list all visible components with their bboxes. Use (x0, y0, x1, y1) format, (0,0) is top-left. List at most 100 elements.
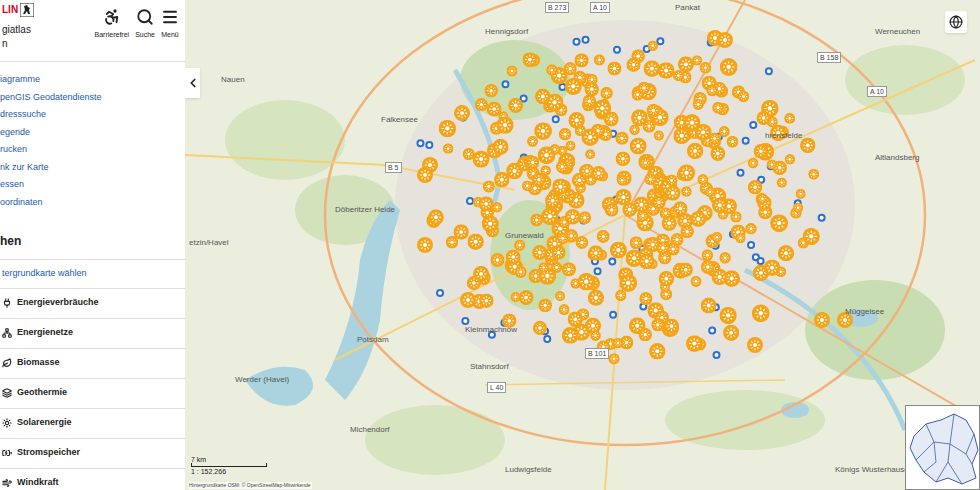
solar-marker-icon[interactable] (594, 54, 605, 65)
theme-item[interactable]: Windkraft (0, 469, 185, 490)
solar-marker-icon[interactable] (785, 154, 796, 165)
solar-marker-icon[interactable] (526, 156, 539, 169)
solar-marker-icon[interactable] (613, 338, 624, 349)
solar-marker-icon[interactable] (630, 138, 647, 155)
station-marker-icon[interactable] (521, 95, 527, 101)
solar-marker-icon[interactable] (588, 290, 604, 306)
solar-marker-icon[interactable] (508, 98, 523, 113)
solar-marker-icon[interactable] (506, 65, 517, 76)
solar-marker-icon[interactable] (710, 146, 725, 161)
solar-marker-icon[interactable] (615, 189, 631, 205)
solar-marker-icon[interactable] (678, 164, 695, 181)
solar-marker-icon[interactable] (648, 41, 658, 51)
theme-item[interactable]: Solarenergie (0, 409, 185, 439)
sidebar-link[interactable]: penGIS Geodatendienste (0, 89, 185, 107)
station-marker-icon[interactable] (559, 84, 565, 90)
solar-marker-icon[interactable] (754, 144, 768, 158)
theme-item[interactable]: Energienetze (0, 319, 185, 349)
solar-marker-icon[interactable] (680, 225, 694, 239)
solar-marker-icon[interactable] (705, 187, 715, 197)
solar-marker-icon[interactable] (496, 116, 513, 133)
header-tool-button[interactable]: Menü (161, 8, 179, 61)
solar-marker-icon[interactable] (484, 84, 498, 98)
solar-marker-icon[interactable] (720, 58, 738, 76)
solar-marker-icon[interactable] (522, 181, 533, 192)
solar-marker-icon[interactable] (679, 263, 693, 277)
solar-marker-icon[interactable] (530, 214, 543, 227)
solar-marker-icon[interactable] (712, 102, 724, 114)
solar-marker-icon[interactable] (717, 32, 733, 48)
solar-marker-icon[interactable] (565, 209, 581, 225)
solar-marker-icon[interactable] (656, 241, 669, 254)
solar-marker-icon[interactable] (538, 146, 556, 164)
collapse-sidebar-button[interactable] (185, 68, 200, 98)
solar-marker-icon[interactable] (515, 266, 527, 278)
solar-marker-icon[interactable] (796, 189, 806, 199)
solar-marker-icon[interactable] (574, 53, 588, 67)
solar-marker-icon[interactable] (577, 273, 595, 291)
solar-marker-icon[interactable] (619, 274, 637, 292)
theme-item[interactable]: Stromspeicher (0, 439, 185, 469)
solar-marker-icon[interactable] (681, 186, 692, 197)
solar-marker-icon[interactable] (666, 174, 678, 186)
solar-marker-icon[interactable] (610, 242, 627, 259)
solar-marker-icon[interactable] (527, 136, 538, 147)
sidebar-link[interactable]: nk zur Karte (0, 159, 185, 177)
solar-marker-icon[interactable] (673, 127, 690, 144)
solar-marker-icon[interactable] (661, 319, 679, 337)
station-marker-icon[interactable] (417, 140, 423, 146)
solar-marker-icon[interactable] (701, 249, 713, 261)
solar-marker-icon[interactable] (483, 180, 495, 192)
station-marker-icon[interactable] (766, 68, 772, 74)
solar-marker-icon[interactable] (711, 269, 727, 285)
solar-marker-icon[interactable] (629, 124, 640, 135)
solar-marker-icon[interactable] (608, 353, 619, 364)
station-marker-icon[interactable] (462, 318, 468, 324)
solar-marker-icon[interactable] (514, 240, 525, 251)
solar-marker-icon[interactable] (615, 290, 626, 301)
station-marker-icon[interactable] (738, 170, 744, 176)
solar-marker-icon[interactable] (784, 113, 795, 124)
station-marker-icon[interactable] (614, 47, 620, 53)
solar-marker-icon[interactable] (556, 161, 568, 173)
solar-marker-icon[interactable] (700, 62, 712, 74)
solar-marker-icon[interactable] (446, 236, 459, 249)
solar-marker-icon[interactable] (814, 312, 830, 328)
overview-map[interactable] (905, 405, 980, 490)
solar-marker-icon[interactable] (654, 131, 664, 141)
solar-marker-icon[interactable] (591, 166, 606, 181)
solar-marker-icon[interactable] (555, 291, 565, 301)
solar-marker-icon[interactable] (588, 245, 603, 260)
solar-marker-icon[interactable] (428, 209, 444, 225)
solar-marker-icon[interactable] (646, 104, 660, 118)
solar-marker-icon[interactable] (638, 154, 655, 171)
solar-marker-icon[interactable] (639, 253, 655, 269)
station-marker-icon[interactable] (657, 38, 663, 44)
solar-marker-icon[interactable] (559, 128, 572, 141)
solar-marker-icon[interactable] (506, 249, 521, 264)
solar-marker-icon[interactable] (479, 293, 494, 308)
station-marker-icon[interactable] (595, 268, 601, 274)
solar-marker-icon[interactable] (607, 61, 621, 75)
solar-marker-icon[interactable] (652, 196, 666, 210)
solar-marker-icon[interactable] (638, 82, 651, 95)
station-marker-icon[interactable] (502, 81, 508, 87)
solar-marker-icon[interactable] (701, 260, 715, 274)
solar-marker-icon[interactable] (600, 87, 613, 100)
solar-marker-icon[interactable] (565, 141, 575, 151)
solar-marker-icon[interactable] (605, 203, 619, 217)
station-marker-icon[interactable] (467, 198, 473, 204)
solar-marker-icon[interactable] (557, 233, 569, 245)
solar-marker-icon[interactable] (643, 119, 656, 132)
solar-marker-icon[interactable] (735, 233, 745, 243)
solar-marker-icon[interactable] (673, 70, 684, 81)
solar-marker-icon[interactable] (538, 298, 552, 312)
solar-marker-icon[interactable] (770, 214, 788, 232)
theme-item[interactable]: Biomasse (0, 349, 185, 379)
solar-marker-icon[interactable] (747, 337, 763, 353)
station-marker-icon[interactable] (709, 327, 715, 333)
station-marker-icon[interactable] (544, 336, 550, 342)
solar-marker-icon[interactable] (597, 230, 610, 243)
solar-marker-icon[interactable] (803, 228, 820, 245)
solar-marker-icon[interactable] (559, 304, 570, 315)
